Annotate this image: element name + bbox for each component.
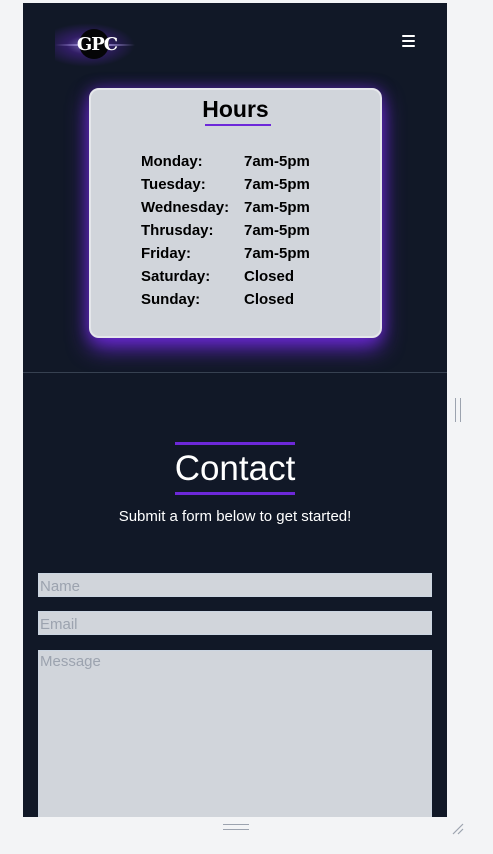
vertical-resize-handle[interactable] <box>455 398 461 422</box>
contact-title: Contact <box>174 449 296 488</box>
hours-time: Closed <box>244 268 295 285</box>
site-logo[interactable]: GPC <box>55 23 135 67</box>
hours-row: Saturday: Closed <box>141 268 341 291</box>
email-input[interactable] <box>38 611 432 635</box>
contact-title-overline <box>175 442 295 445</box>
hours-row: Monday: 7am-5pm <box>141 153 341 176</box>
hours-time: 7am-5pm <box>244 153 310 170</box>
hours-time: 7am-5pm <box>244 245 310 262</box>
hamburger-menu-icon[interactable] <box>400 35 416 49</box>
hours-day: Tuesday: <box>141 176 206 193</box>
hours-title: Hours <box>202 96 269 122</box>
name-input[interactable] <box>38 573 432 597</box>
hours-card: Hours Monday: 7am-5pm Tuesday: 7am-5pm W… <box>89 88 382 338</box>
hours-table: Monday: 7am-5pm Tuesday: 7am-5pm Wednesd… <box>141 153 341 314</box>
contact-subtitle: Submit a form below to get started! <box>118 508 352 525</box>
message-textarea[interactable] <box>38 650 432 817</box>
hours-day: Sunday: <box>141 291 201 308</box>
hours-row: Thrusday: 7am-5pm <box>141 222 341 245</box>
horizontal-resize-handle[interactable] <box>223 824 249 830</box>
hours-title-underline <box>205 124 271 126</box>
hours-day: Monday: <box>141 153 203 170</box>
hours-row: Wednesday: 7am-5pm <box>141 199 341 222</box>
corner-resize-icon[interactable] <box>450 820 464 835</box>
hours-time: 7am-5pm <box>244 199 310 216</box>
logo-text: GPC <box>76 34 118 55</box>
hours-time: 7am-5pm <box>244 176 310 193</box>
hours-row: Tuesday: 7am-5pm <box>141 176 341 199</box>
hours-day: Friday: <box>141 245 192 262</box>
hours-row: Sunday: Closed <box>141 291 341 314</box>
hours-time: 7am-5pm <box>244 222 310 239</box>
hours-day: Saturday: <box>141 268 211 285</box>
hours-row: Friday: 7am-5pm <box>141 245 341 268</box>
hours-day: Wednesday: <box>141 199 230 216</box>
section-divider <box>23 372 447 373</box>
hours-day: Thrusday: <box>141 222 214 239</box>
hours-time: Closed <box>244 291 295 308</box>
page-frame: GPC Hours Monday: 7am-5pm Tuesday: 7am-5… <box>23 3 447 817</box>
contact-title-underline <box>175 492 295 495</box>
